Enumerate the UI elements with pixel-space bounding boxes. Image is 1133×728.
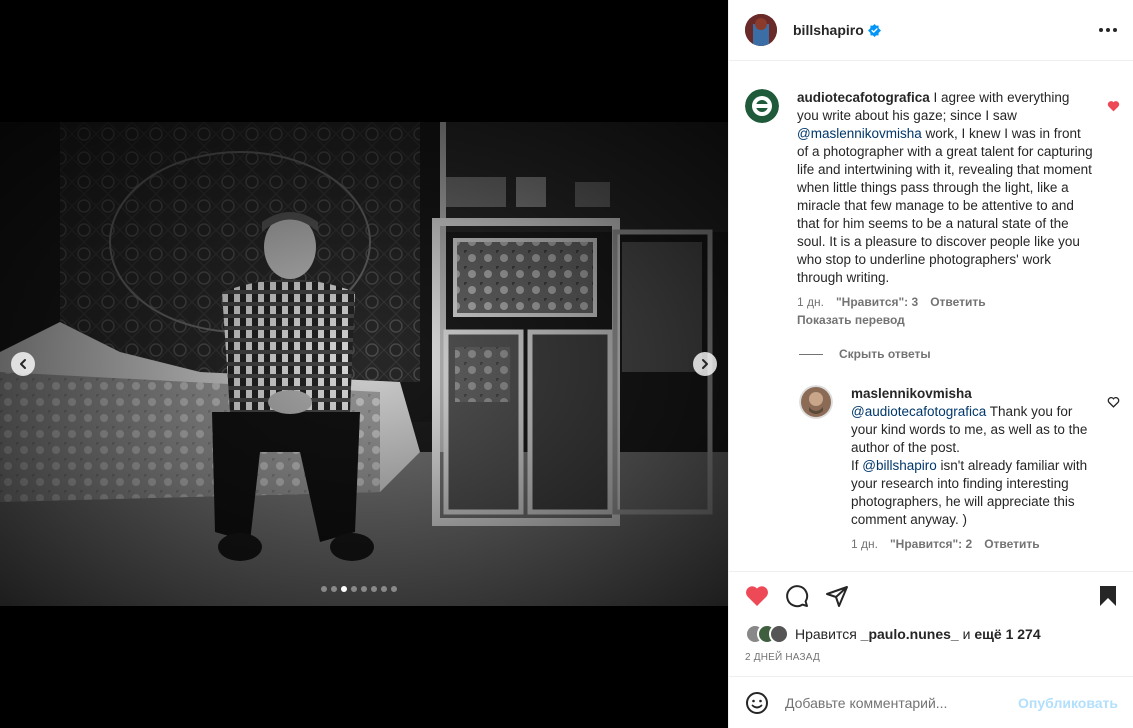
mention-link[interactable]: @billshapiro	[862, 458, 937, 473]
comment-username[interactable]: audiotecafotografica	[797, 90, 930, 105]
verified-badge-icon	[867, 23, 881, 37]
carousel-dot	[331, 586, 337, 592]
show-translation-link[interactable]: Показать перевод	[797, 313, 1093, 327]
save-button[interactable]	[1098, 585, 1118, 607]
likes-prefix: Нравится	[795, 626, 861, 642]
reply-reply-button[interactable]: Ответить	[984, 537, 1039, 551]
comment-meta: 1 дн. "Нравится": 3 Ответить	[797, 295, 1093, 309]
author-avatar[interactable]	[745, 14, 777, 46]
likes-middle: и	[958, 626, 975, 642]
comment-text-continued: work, I knew I was in front of a photogr…	[797, 126, 1093, 285]
carousel-dot	[321, 586, 327, 592]
reply-likes-count[interactable]: "Нравится": 2	[890, 537, 972, 551]
comment-input[interactable]	[785, 694, 1019, 711]
photo-image	[0, 122, 728, 606]
paper-plane-icon	[826, 586, 848, 607]
reply-avatar[interactable]	[799, 385, 833, 419]
liker-username[interactable]: _paulo.nunes_	[861, 626, 959, 642]
publish-button[interactable]: Опубликовать	[1018, 695, 1118, 711]
audioteca-avatar-image	[745, 89, 779, 123]
action-bar	[745, 572, 1118, 620]
comment-time[interactable]: 1 дн.	[797, 295, 824, 309]
carousel-next-button[interactable]	[693, 352, 717, 376]
comment-bubble-icon	[786, 585, 809, 608]
post-header: billshapiro	[729, 0, 1133, 61]
likes-text: Нравится _paulo.nunes_ и ещё 1 274	[795, 626, 1041, 642]
comment-reply-button[interactable]: Ответить	[930, 295, 985, 309]
carousel-dot	[371, 586, 377, 592]
carousel-dot	[361, 586, 367, 592]
post-photo[interactable]	[0, 122, 728, 606]
carousel-indicator	[321, 586, 397, 592]
comment-button[interactable]	[785, 584, 809, 608]
more-dot-icon	[1113, 28, 1117, 32]
chevron-left-icon	[20, 359, 26, 369]
mention-link[interactable]: @audiotecafotografica	[851, 404, 986, 419]
author-avatar-image	[745, 14, 777, 46]
reply-time[interactable]: 1 дн.	[851, 537, 878, 551]
comment: audiotecafotografica I agree with everyt…	[745, 89, 1105, 327]
comment-likes-count[interactable]: "Нравится": 3	[836, 295, 918, 309]
post-details-panel: billshapiro audiotecafotografica I agree…	[728, 0, 1133, 728]
chevron-right-icon	[702, 359, 708, 369]
carousel-dot	[381, 586, 387, 592]
post-actions: Нравится _paulo.nunes_ и ещё 1 274 2 ДНЕ…	[729, 571, 1133, 663]
likes-count-link[interactable]: ещё 1 274	[974, 626, 1040, 642]
commenter-avatar[interactable]	[745, 89, 779, 123]
comments-list: audiotecafotografica I agree with everyt…	[729, 61, 1133, 571]
bookmark-filled-icon	[1100, 586, 1116, 606]
like-button[interactable]	[745, 585, 769, 607]
divider-line	[799, 353, 823, 355]
more-options-button[interactable]	[1099, 28, 1117, 32]
more-dot-icon	[1099, 28, 1103, 32]
reply-like-heart-icon[interactable]	[1107, 396, 1120, 408]
reply-text-prefix: If	[851, 458, 863, 473]
add-comment-bar: Опубликовать	[729, 676, 1133, 728]
maslennikov-avatar-image	[799, 385, 833, 419]
hide-replies-button[interactable]: Скрыть ответы	[799, 347, 931, 361]
comment-liked-heart-icon[interactable]	[1107, 100, 1120, 112]
post-timestamp[interactable]: 2 ДНЕЙ НАЗАД	[745, 652, 1118, 663]
share-button[interactable]	[825, 584, 849, 608]
more-dot-icon	[1106, 28, 1110, 32]
reply-comment: maslennikovmisha @audiotecafotografica T…	[799, 385, 1099, 551]
hide-replies-label: Скрыть ответы	[839, 347, 931, 361]
mention-link[interactable]: @maslennikovmisha	[797, 126, 922, 141]
likes-summary: Нравится _paulo.nunes_ и ещё 1 274	[745, 624, 1118, 644]
heart-filled-icon	[746, 586, 768, 606]
carousel-dot	[341, 586, 347, 592]
liker-avatar[interactable]	[769, 624, 789, 644]
carousel-prev-button[interactable]	[11, 352, 35, 376]
comment-body: audiotecafotografica I agree with everyt…	[797, 89, 1093, 287]
reply-username[interactable]: maslennikovmisha	[851, 386, 972, 401]
emoji-button[interactable]	[745, 691, 769, 715]
post-media	[0, 0, 728, 728]
reply-meta: 1 дн. "Нравится": 2 Ответить	[851, 537, 1095, 551]
carousel-dot	[351, 586, 357, 592]
reply-body: maslennikovmisha @audiotecafotografica T…	[851, 385, 1095, 529]
smiley-icon	[746, 691, 768, 714]
author-username[interactable]: billshapiro	[793, 22, 864, 38]
carousel-dot	[391, 586, 397, 592]
